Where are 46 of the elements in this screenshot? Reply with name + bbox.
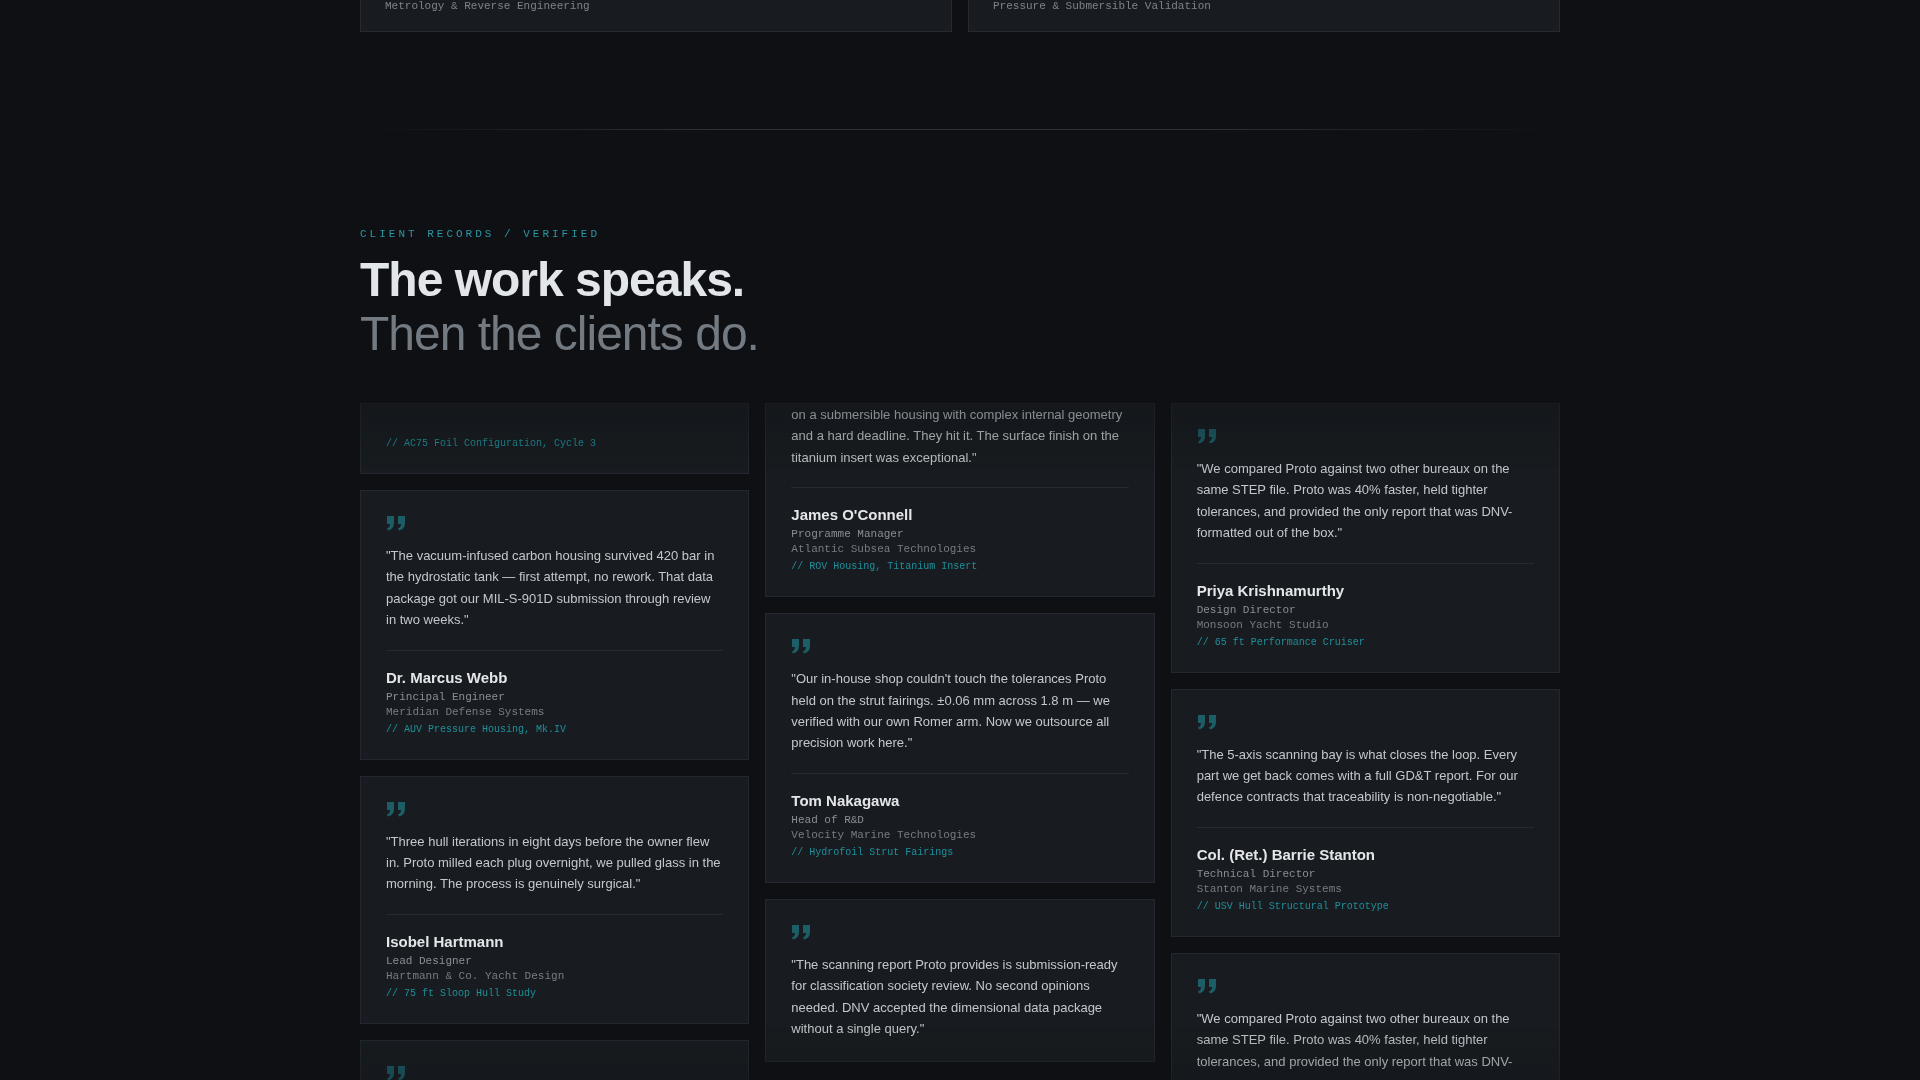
client-company: Monsoon Yacht Studio bbox=[1196, 617, 1330, 633]
project-tag: // 65 ft Performance Cruiser bbox=[1196, 635, 1534, 650]
testimonial-quote: "The 5-axis scanning bay is what closes the loop. Every part we get back comes with a full GD&T report. For our defence contracts that traceability is non-negotiable." bbox=[1196, 745, 1519, 807]
quote-mark-icon bbox=[386, 800, 406, 817]
client-company: Velocity Marine Technologies bbox=[791, 827, 978, 843]
testimonial-quote: on a submersible housing with complex internal geometry and a hard deadline. They hit it. The surface finish on the titanium insert was exceptional." bbox=[791, 406, 1124, 467]
quote-mark-icon bbox=[791, 923, 812, 940]
client-name: Tom Nakagawa bbox=[791, 791, 901, 810]
project-tag: // USV Hull Structural Prototype bbox=[1196, 899, 1534, 914]
service-caption: Pressure & Submersible Validation bbox=[993, 0, 1212, 13]
project-tag: // 75 ft Sloop Hull Study bbox=[386, 986, 724, 1001]
testimonial-quote: "We compared Proto against two other bureaux on the same STEP file. Proto was 40% faster, held tighter tolerances, and provided the only report that was DNV- bbox=[1196, 1009, 1514, 1071]
client-role: Principal Engineer bbox=[386, 689, 506, 705]
client-company: Stanton Marine Systems bbox=[1196, 881, 1343, 897]
client-name: James O'Connell bbox=[791, 506, 914, 525]
client-role: Programme Manager bbox=[791, 527, 905, 543]
service-caption: Metrology & Reverse Engineering bbox=[385, 0, 591, 13]
client-company: Meridian Defense Systems bbox=[386, 704, 546, 720]
project-tag: // ROV Housing, Titanium Insert bbox=[791, 560, 1129, 575]
quote-mark-icon bbox=[791, 638, 812, 655]
project-tag: // Hydrofoil Strut Fairings bbox=[791, 845, 1129, 860]
client-role: Head of R&D bbox=[791, 812, 865, 828]
quote-mark-icon bbox=[1196, 428, 1217, 444]
quote-mark-icon bbox=[386, 1064, 406, 1080]
quote-mark-icon bbox=[386, 515, 406, 531]
client-role: Design Director bbox=[1196, 602, 1297, 618]
quote-mark-icon bbox=[1196, 977, 1217, 994]
section-headline: The work speaks. bbox=[360, 253, 746, 307]
client-company: Atlantic Subsea Technologies bbox=[791, 542, 978, 558]
testimonial-quote: "Three hull iterations in eight days before the owner flew in. Proto milled each plug overnight, we pulled glass in the morning. The process is genuinely surgical." bbox=[386, 832, 722, 894]
section-subheadline: Then the clients do. bbox=[360, 307, 760, 361]
testimonial-quote: "We compared Proto against two other bureaux on the same STEP file. Proto was 40% faster, held tighter tolerances, and provided the only report that was DNV-formatted out of the box." bbox=[1196, 460, 1514, 543]
section-eyebrow: CLIENT RECORDS / VERIFIED bbox=[360, 227, 602, 241]
testimonial-quote: "The vacuum-infused carbon housing survived 420 bar in the hydrostatic tank — first attempt, no rework. That data package got our MIL-S-901D submission through review in two weeks." bbox=[386, 547, 716, 630]
testimonial-quote: "Our in-house shop couldn't touch the tolerances Proto held on the strut fairings. ±0.06 mm across 1.8 m — we verified with our own Romer arm. Now we outsource all precision work here." bbox=[791, 670, 1111, 753]
client-name: Isobel Hartmann bbox=[386, 932, 505, 951]
project-tag: // AUV Pressure Housing, Mk.IV bbox=[386, 722, 724, 737]
testimonial-quote: "The scanning report Proto provides is submission-ready for classification society review. No second opinions needed. DNV accepted the dimensional data package without a single query." bbox=[791, 955, 1119, 1039]
quote-mark-icon bbox=[1196, 713, 1217, 730]
client-name: Col. (Ret.) Barrie Stanton bbox=[1196, 845, 1376, 864]
client-name: Dr. Marcus Webb bbox=[386, 668, 509, 687]
client-name: Priya Krishnamurthy bbox=[1196, 581, 1346, 600]
client-company: Hartmann & Co. Yacht Design bbox=[386, 968, 566, 984]
project-tag: // AC75 Foil Configuration, Cycle 3 bbox=[386, 437, 724, 451]
client-role: Lead Designer bbox=[386, 953, 473, 969]
client-role: Technical Director bbox=[1196, 866, 1317, 882]
